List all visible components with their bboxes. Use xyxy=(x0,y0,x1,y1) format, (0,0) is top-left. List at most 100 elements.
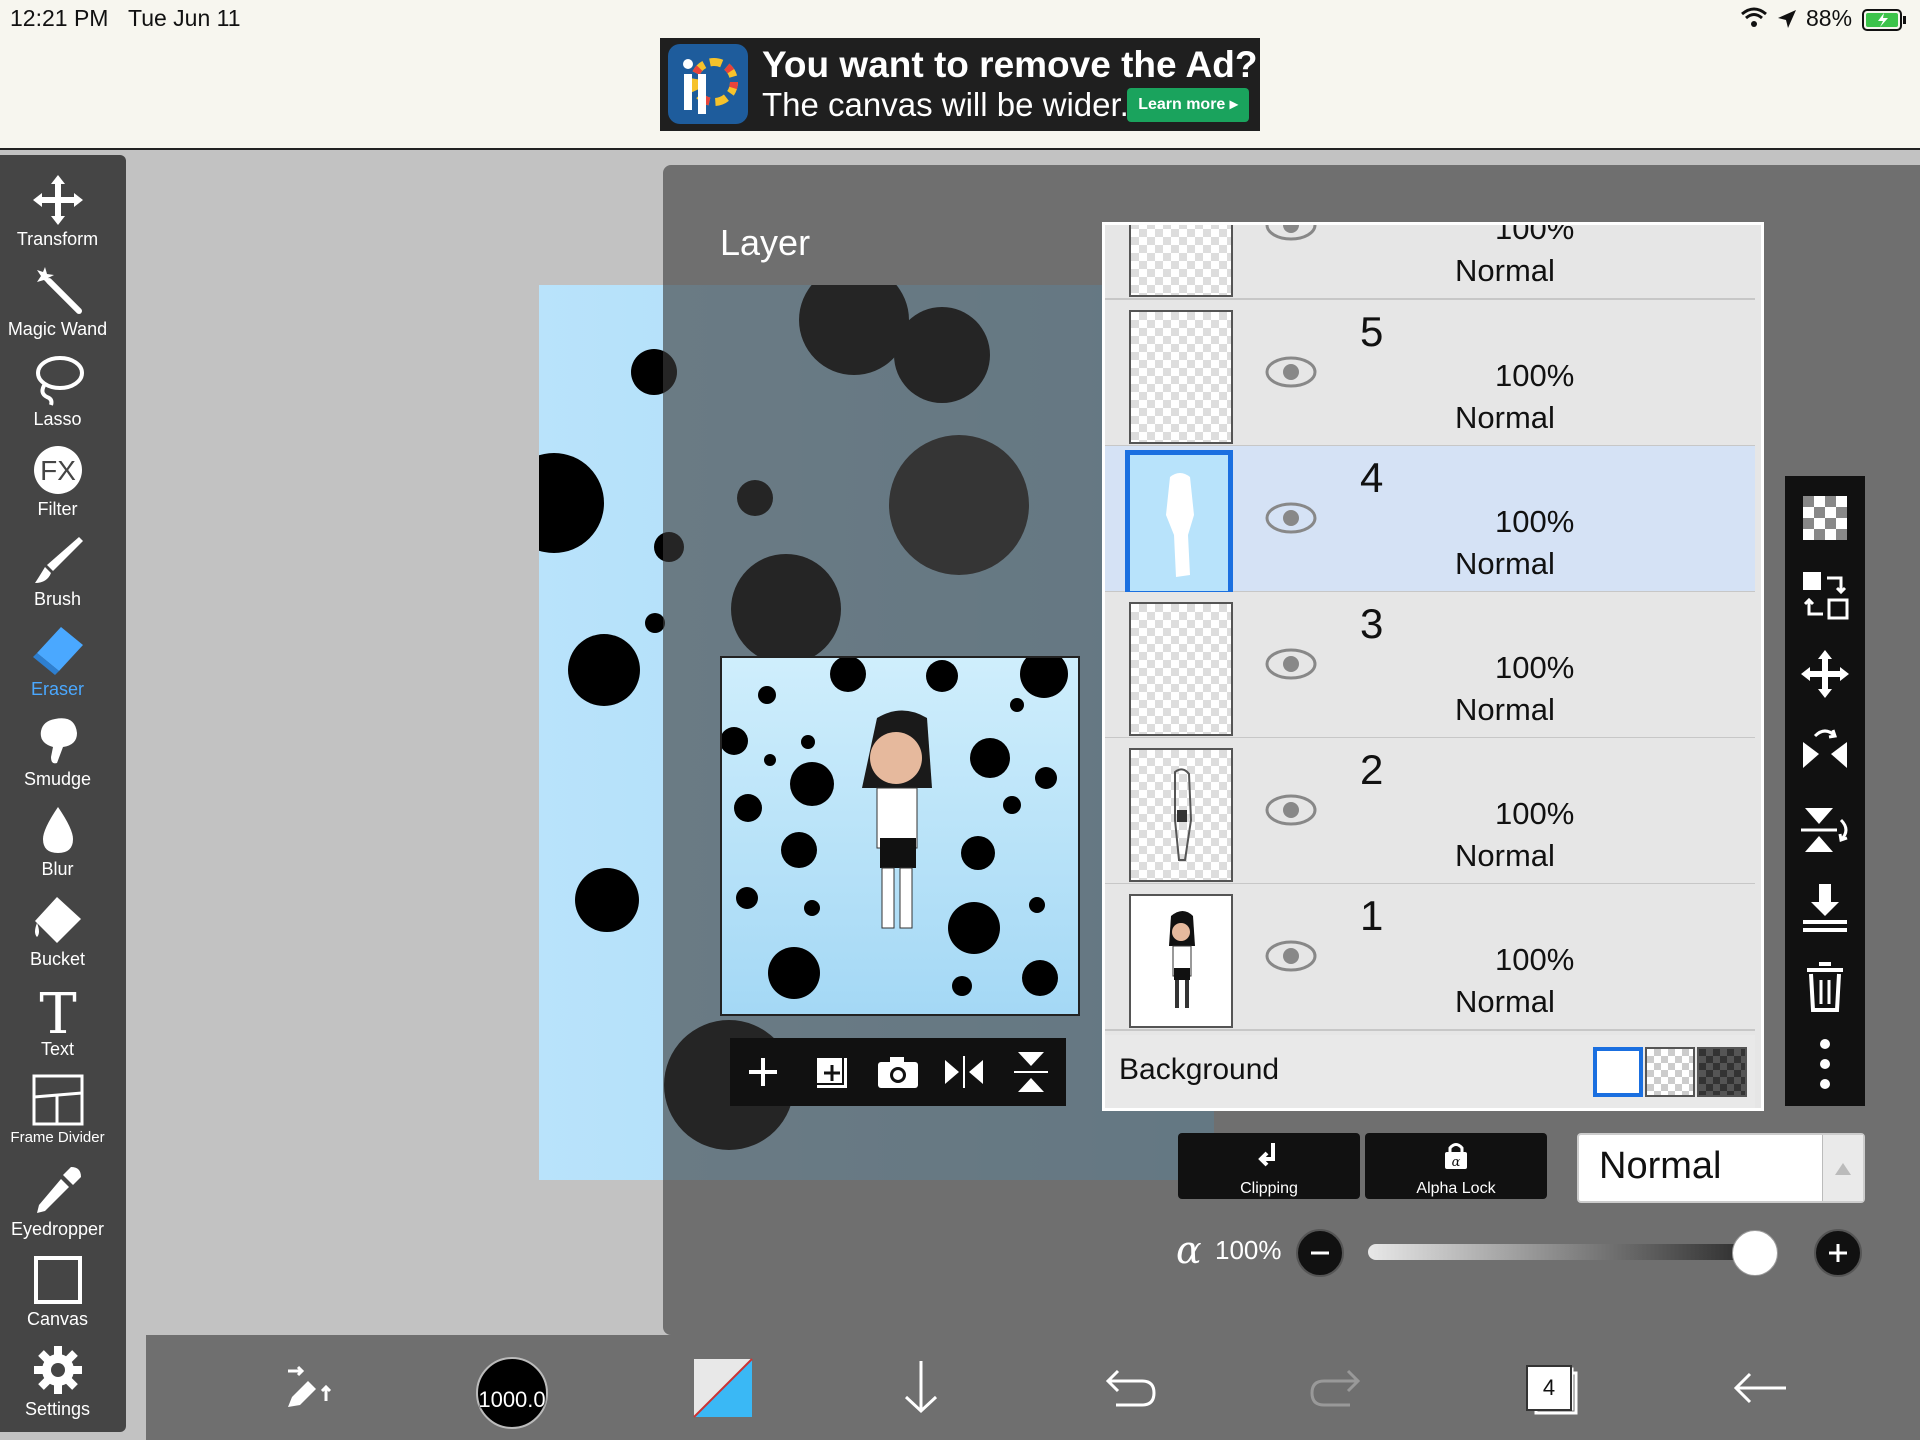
eye-icon[interactable] xyxy=(1265,355,1317,389)
top-bar: 12:21 PM Tue Jun 11 88% You want to remo… xyxy=(0,0,1920,150)
layer-row[interactable]: 2 100% Normal xyxy=(1105,738,1755,885)
flip-horizontal-button[interactable] xyxy=(931,1038,998,1106)
canvas-icon xyxy=(33,1256,82,1304)
tool-blur[interactable]: Blur xyxy=(0,803,115,893)
add-copy-layer-button[interactable] xyxy=(797,1038,864,1106)
eye-icon[interactable] xyxy=(1265,501,1317,535)
layer-blend-mode: Normal xyxy=(1455,546,1555,581)
layer-thumbnail xyxy=(1129,748,1233,882)
opacity-decrease-button[interactable] xyxy=(1296,1229,1344,1277)
tool-magic-wand[interactable]: Magic Wand xyxy=(0,263,115,353)
layer-thumbnail xyxy=(1129,310,1233,444)
flip-layer-vertical-button[interactable] xyxy=(1793,798,1857,862)
swap-tool-button[interactable] xyxy=(272,1353,342,1423)
flip-horizontal-icon xyxy=(1803,729,1847,768)
flip-vertical-button[interactable] xyxy=(998,1038,1065,1106)
flip-horizontal-icon xyxy=(945,1056,983,1088)
move-layer-content-button[interactable] xyxy=(1793,564,1857,628)
merge-down-icon xyxy=(1803,884,1847,932)
tool-smudge[interactable]: Smudge xyxy=(0,713,115,803)
layer-row[interactable]: 100% Normal xyxy=(1105,222,1755,300)
ad-banner[interactable]: You want to remove the Ad? The canvas wi… xyxy=(660,38,1260,131)
status-date: Tue Jun 11 xyxy=(128,5,241,31)
layer-opacity: 100% xyxy=(1495,796,1575,831)
ad-learn-more-button[interactable]: Learn more ▸ xyxy=(1127,88,1249,122)
layer-number: 1 xyxy=(1360,892,1384,939)
tool-brush[interactable]: Brush xyxy=(0,533,115,623)
tool-transform[interactable]: Transform xyxy=(0,173,115,263)
layer-thumbnail xyxy=(1129,225,1233,297)
merge-down-button[interactable] xyxy=(1793,876,1857,940)
tool-text[interactable]: T Text xyxy=(0,983,115,1073)
background-layer-row[interactable]: Background xyxy=(1105,1035,1755,1108)
brush-icon xyxy=(34,537,83,583)
more-vertical-icon xyxy=(1820,1039,1830,1089)
lock-icon: α xyxy=(1445,1143,1467,1170)
eye-icon[interactable] xyxy=(1265,222,1317,242)
background-transparent-swatch[interactable] xyxy=(1645,1047,1695,1097)
layer-number: 4 xyxy=(1360,454,1384,501)
tool-eraser[interactable]: Eraser xyxy=(0,623,115,713)
camera-button[interactable] xyxy=(864,1038,931,1106)
back-button[interactable] xyxy=(1726,1353,1796,1423)
blend-mode-select[interactable]: Normal xyxy=(1577,1133,1865,1203)
layer-panel-title: Layer xyxy=(720,222,811,263)
ad-title: You want to remove the Ad? xyxy=(762,44,1258,85)
tool-lasso[interactable]: Lasso xyxy=(0,353,115,443)
redo-icon xyxy=(1310,1369,1361,1407)
smudge-icon xyxy=(40,718,77,764)
swap-layers-icon xyxy=(1803,572,1849,620)
tool-frame-divider[interactable]: Frame Divider xyxy=(0,1073,115,1163)
delete-layer-button[interactable] xyxy=(1793,954,1857,1018)
tool-canvas[interactable]: Canvas xyxy=(0,1253,115,1343)
battery-percent: 88% xyxy=(1806,5,1853,31)
minus-icon xyxy=(1311,1251,1329,1255)
undo-button[interactable] xyxy=(1094,1353,1164,1423)
layer-thumbnail xyxy=(1129,894,1233,1028)
layer-row[interactable]: 5 100% Normal xyxy=(1105,300,1755,447)
eye-icon[interactable] xyxy=(1265,793,1317,827)
layer-row[interactable]: 1 100% Normal xyxy=(1105,884,1755,1031)
opacity-value: 100% xyxy=(1215,1235,1282,1265)
layer-opacity: 100% xyxy=(1495,942,1575,977)
layer-opacity: 100% xyxy=(1495,358,1575,393)
download-arrow-button[interactable] xyxy=(886,1353,956,1423)
blend-mode-value: Normal xyxy=(1599,1145,1722,1187)
tool-filter[interactable]: FX Filter xyxy=(0,443,115,533)
layer-opacity: 100% xyxy=(1495,222,1575,246)
redo-button[interactable] xyxy=(1302,1353,1372,1423)
layer-blend-mode: Normal xyxy=(1455,253,1555,288)
opacity-increase-button[interactable] xyxy=(1814,1229,1862,1277)
background-white-swatch[interactable] xyxy=(1593,1047,1643,1097)
move-button[interactable] xyxy=(1793,642,1857,706)
tool-eyedropper[interactable]: Eyedropper xyxy=(0,1163,115,1253)
layer-opacity: 100% xyxy=(1495,504,1575,539)
layer-list[interactable]: 100% Normal 5 100% Normal 4 100% Normal … xyxy=(1102,222,1764,1111)
tool-bucket[interactable]: Bucket xyxy=(0,893,115,983)
layer-count-badge: 4 xyxy=(1526,1365,1572,1411)
eye-icon[interactable] xyxy=(1265,647,1317,681)
flip-layer-horizontal-button[interactable] xyxy=(1793,720,1857,784)
layer-row-selected[interactable]: 4 100% Normal xyxy=(1105,446,1755,596)
preview-toolbar xyxy=(730,1038,1066,1106)
layer-row[interactable]: 3 100% Normal xyxy=(1105,592,1755,739)
clipping-button[interactable]: Clipping xyxy=(1178,1133,1360,1199)
transparency-checker-button[interactable] xyxy=(1793,486,1857,550)
tool-settings[interactable]: Settings xyxy=(0,1343,115,1433)
layer-blend-mode: Normal xyxy=(1455,400,1555,435)
more-options-button[interactable] xyxy=(1793,1032,1857,1096)
ibispaint-logo-icon xyxy=(668,44,748,124)
alpha-lock-button[interactable]: α Alpha Lock xyxy=(1365,1133,1547,1199)
move-arrows-icon xyxy=(1801,650,1849,698)
add-layer-button[interactable] xyxy=(730,1038,797,1106)
ad-subtitle: The canvas will be wider. xyxy=(762,86,1129,123)
drop-icon xyxy=(42,807,73,853)
opacity-slider-knob[interactable] xyxy=(1732,1230,1778,1276)
color-button[interactable] xyxy=(686,1353,756,1423)
status-time: 12:21 PM xyxy=(10,5,109,31)
undo-icon xyxy=(1105,1369,1156,1407)
opacity-slider[interactable] xyxy=(1368,1244,1770,1260)
background-dark-swatch[interactable] xyxy=(1697,1047,1747,1097)
eye-icon[interactable] xyxy=(1265,939,1317,973)
text-icon: T xyxy=(39,983,76,1037)
